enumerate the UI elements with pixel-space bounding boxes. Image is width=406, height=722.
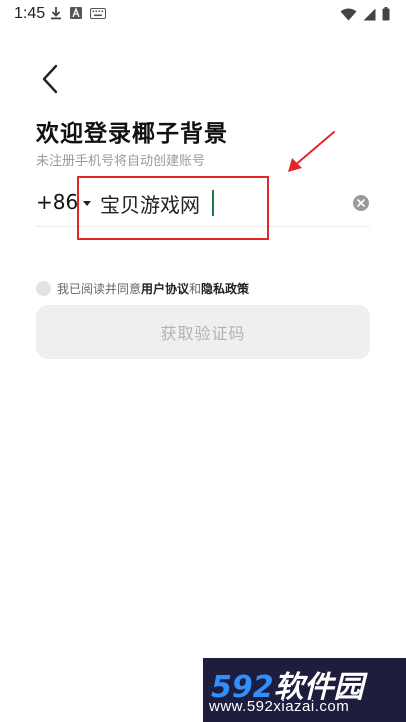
status-bar: 1:45 [0,0,406,30]
wifi-icon [340,8,357,21]
agreement-checkbox[interactable] [36,281,51,296]
a-badge-icon [70,7,82,19]
agreement-row: 我已阅读并同意 用户协议 和 隐私政策 [36,280,249,297]
agreement-prefix: 我已阅读并同意 [57,282,142,296]
back-button[interactable] [36,62,66,96]
agreement-and: 和 [189,282,202,296]
chevron-left-icon [42,64,58,94]
annotation-arrow-icon [288,131,335,172]
clear-input-button[interactable] [353,195,369,211]
country-code-label: +86 [36,190,79,214]
keyboard-icon [90,7,106,19]
privacy-policy-link[interactable]: 隐私政策 [201,280,249,297]
status-icons-right [340,7,390,21]
close-icon [357,199,365,207]
get-verification-code-button[interactable]: 获取验证码 [36,305,370,359]
download-icon [50,6,62,20]
status-icons-left [50,6,106,20]
status-time: 1:45 [14,5,46,22]
page-title: 欢迎登录椰子背景 [36,121,228,147]
watermark-logo: 592软件园 www.592xiazai.com [203,658,406,722]
subtitle: 未注册手机号将自动创建账号 [36,154,206,169]
user-agreement-link[interactable]: 用户协议 [141,280,189,297]
annotation-highlight-box [77,176,269,240]
signal-icon [363,8,376,21]
watermark-url: www.592xiazai.com [209,698,350,715]
battery-icon [382,7,390,21]
